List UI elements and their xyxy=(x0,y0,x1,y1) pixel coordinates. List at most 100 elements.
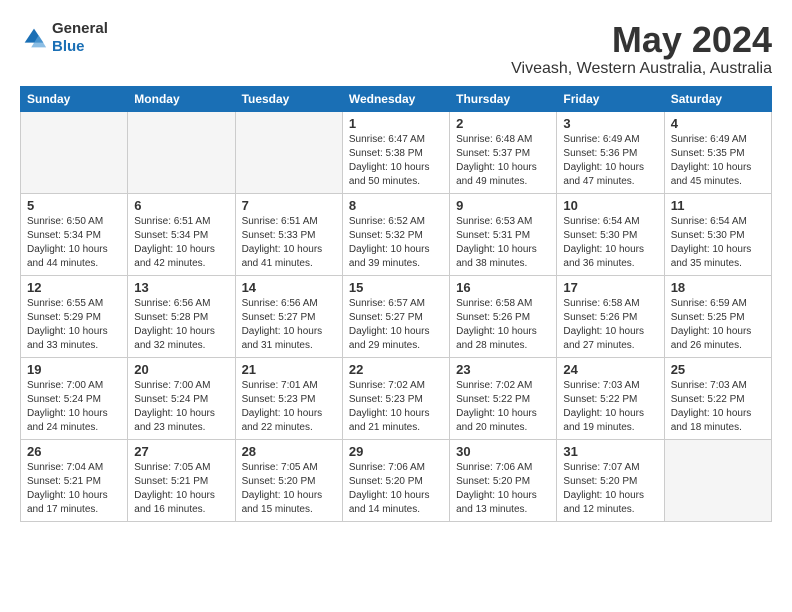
calendar-cell: 4 Sunrise: 6:49 AMSunset: 5:35 PMDaylight… xyxy=(664,111,771,193)
calendar-cell: 7 Sunrise: 6:51 AMSunset: 5:33 PMDaylight… xyxy=(235,193,342,275)
calendar-cell: 2 Sunrise: 6:48 AMSunset: 5:37 PMDaylight… xyxy=(450,111,557,193)
week-row-1: 1 Sunrise: 6:47 AMSunset: 5:38 PMDaylight… xyxy=(21,111,772,193)
calendar-cell: 18 Sunrise: 6:59 AMSunset: 5:25 PMDayligh… xyxy=(664,275,771,357)
day-number: 19 xyxy=(27,362,121,377)
calendar: SundayMondayTuesdayWednesdayThursdayFrid… xyxy=(20,86,772,522)
day-info: Sunrise: 6:55 AMSunset: 5:29 PMDaylight:… xyxy=(27,297,121,353)
week-row-2: 5 Sunrise: 6:50 AMSunset: 5:34 PMDaylight… xyxy=(21,193,772,275)
calendar-cell: 15 Sunrise: 6:57 AMSunset: 5:27 PMDayligh… xyxy=(342,275,449,357)
day-number: 16 xyxy=(456,280,550,295)
day-number: 5 xyxy=(27,198,121,213)
day-info: Sunrise: 6:58 AMSunset: 5:26 PMDaylight:… xyxy=(563,297,657,353)
day-info: Sunrise: 7:06 AMSunset: 5:20 PMDaylight:… xyxy=(456,461,550,517)
day-number: 18 xyxy=(671,280,765,295)
day-info: Sunrise: 7:05 AMSunset: 5:20 PMDaylight:… xyxy=(242,461,336,517)
calendar-cell: 22 Sunrise: 7:02 AMSunset: 5:23 PMDayligh… xyxy=(342,357,449,439)
day-info: Sunrise: 6:47 AMSunset: 5:38 PMDaylight:… xyxy=(349,133,443,189)
day-info: Sunrise: 6:48 AMSunset: 5:37 PMDaylight:… xyxy=(456,133,550,189)
weekday-header-row: SundayMondayTuesdayWednesdayThursdayFrid… xyxy=(21,86,772,111)
logo-general: General xyxy=(52,20,108,37)
day-number: 7 xyxy=(242,198,336,213)
calendar-cell: 21Sunrise: 7:01 AMSunset: 5:23 PMDayligh… xyxy=(235,357,342,439)
day-info: Sunrise: 6:56 AMSunset: 5:28 PMDaylight:… xyxy=(134,297,228,353)
day-number: 28 xyxy=(242,444,336,459)
calendar-cell: 13 Sunrise: 6:56 AMSunset: 5:28 PMDayligh… xyxy=(128,275,235,357)
day-info: Sunrise: 7:03 AMSunset: 5:22 PMDaylight:… xyxy=(563,379,657,435)
calendar-cell: 8 Sunrise: 6:52 AMSunset: 5:32 PMDaylight… xyxy=(342,193,449,275)
calendar-header: SundayMondayTuesdayWednesdayThursdayFrid… xyxy=(21,86,772,111)
day-number: 11 xyxy=(671,198,765,213)
logo-text: General Blue xyxy=(52,20,108,56)
calendar-cell: 14Sunrise: 6:56 AMSunset: 5:27 PMDayligh… xyxy=(235,275,342,357)
calendar-cell: 26Sunrise: 7:04 AMSunset: 5:21 PMDayligh… xyxy=(21,439,128,521)
calendar-cell: 19Sunrise: 7:00 AMSunset: 5:24 PMDayligh… xyxy=(21,357,128,439)
calendar-cell xyxy=(664,439,771,521)
day-number: 26 xyxy=(27,444,121,459)
day-info: Sunrise: 6:50 AMSunset: 5:34 PMDaylight:… xyxy=(27,215,121,271)
calendar-cell: 10 Sunrise: 6:54 AMSunset: 5:30 PMDayligh… xyxy=(557,193,664,275)
day-number: 30 xyxy=(456,444,550,459)
day-info: Sunrise: 6:51 AMSunset: 5:34 PMDaylight:… xyxy=(134,215,228,271)
logo-blue: Blue xyxy=(52,38,85,55)
day-number: 22 xyxy=(349,362,443,377)
day-number: 24 xyxy=(563,362,657,377)
calendar-body: 1 Sunrise: 6:47 AMSunset: 5:38 PMDaylight… xyxy=(21,111,772,521)
day-info: Sunrise: 6:49 AMSunset: 5:36 PMDaylight:… xyxy=(563,133,657,189)
week-row-5: 26Sunrise: 7:04 AMSunset: 5:21 PMDayligh… xyxy=(21,439,772,521)
calendar-cell: 30 Sunrise: 7:06 AMSunset: 5:20 PMDayligh… xyxy=(450,439,557,521)
day-number: 29 xyxy=(349,444,443,459)
calendar-cell: 5 Sunrise: 6:50 AMSunset: 5:34 PMDaylight… xyxy=(21,193,128,275)
day-number: 1 xyxy=(349,116,443,131)
day-info: Sunrise: 7:06 AMSunset: 5:20 PMDaylight:… xyxy=(349,461,443,517)
calendar-cell: 16Sunrise: 6:58 AMSunset: 5:26 PMDayligh… xyxy=(450,275,557,357)
day-number: 27 xyxy=(134,444,228,459)
calendar-cell: 1 Sunrise: 6:47 AMSunset: 5:38 PMDaylight… xyxy=(342,111,449,193)
location: Viveash, Western Australia, Australia xyxy=(511,60,772,78)
page-header: General Blue May 2024 Viveash, Western A… xyxy=(20,20,772,78)
day-info: Sunrise: 6:52 AMSunset: 5:32 PMDaylight:… xyxy=(349,215,443,271)
day-info: Sunrise: 6:49 AMSunset: 5:35 PMDaylight:… xyxy=(671,133,765,189)
day-number: 8 xyxy=(349,198,443,213)
calendar-cell: 31Sunrise: 7:07 AMSunset: 5:20 PMDayligh… xyxy=(557,439,664,521)
weekday-sunday: Sunday xyxy=(21,86,128,111)
weekday-saturday: Saturday xyxy=(664,86,771,111)
day-number: 6 xyxy=(134,198,228,213)
week-row-4: 19 Sunrise: 7:00 AMSunset: 5:24 PMDayligh… xyxy=(21,357,772,439)
calendar-cell: 6 Sunrise: 6:51 AMSunset: 5:34 PMDaylight… xyxy=(128,193,235,275)
weekday-wednesday: Wednesday xyxy=(342,86,449,111)
day-number: 12 xyxy=(27,280,121,295)
day-number: 13 xyxy=(134,280,228,295)
weekday-thursday: Thursday xyxy=(450,86,557,111)
calendar-cell: 11Sunrise: 6:54 AMSunset: 5:30 PMDayligh… xyxy=(664,193,771,275)
day-number: 2 xyxy=(456,116,550,131)
day-info: Sunrise: 7:00 AMSunset: 5:24 PMDaylight:… xyxy=(134,379,228,435)
day-info: Sunrise: 6:54 AMSunset: 5:30 PMDaylight:… xyxy=(563,215,657,271)
day-number: 10 xyxy=(563,198,657,213)
weekday-tuesday: Tuesday xyxy=(235,86,342,111)
day-info: Sunrise: 7:02 AMSunset: 5:23 PMDaylight:… xyxy=(349,379,443,435)
weekday-monday: Monday xyxy=(128,86,235,111)
day-number: 15 xyxy=(349,280,443,295)
day-info: Sunrise: 6:53 AMSunset: 5:31 PMDaylight:… xyxy=(456,215,550,271)
day-info: Sunrise: 7:02 AMSunset: 5:22 PMDaylight:… xyxy=(456,379,550,435)
weekday-friday: Friday xyxy=(557,86,664,111)
day-info: Sunrise: 6:59 AMSunset: 5:25 PMDaylight:… xyxy=(671,297,765,353)
day-number: 20 xyxy=(134,362,228,377)
calendar-cell xyxy=(235,111,342,193)
day-info: Sunrise: 6:51 AMSunset: 5:33 PMDaylight:… xyxy=(242,215,336,271)
month-title: May 2024 xyxy=(511,20,772,60)
day-info: Sunrise: 6:57 AMSunset: 5:27 PMDaylight:… xyxy=(349,297,443,353)
calendar-cell: 24 Sunrise: 7:03 AMSunset: 5:22 PMDayligh… xyxy=(557,357,664,439)
day-number: 3 xyxy=(563,116,657,131)
calendar-cell xyxy=(128,111,235,193)
day-number: 4 xyxy=(671,116,765,131)
calendar-cell: 9Sunrise: 6:53 AMSunset: 5:31 PMDaylight… xyxy=(450,193,557,275)
day-number: 21 xyxy=(242,362,336,377)
logo: General Blue xyxy=(20,20,108,56)
calendar-cell: 28 Sunrise: 7:05 AMSunset: 5:20 PMDayligh… xyxy=(235,439,342,521)
day-info: Sunrise: 7:05 AMSunset: 5:21 PMDaylight:… xyxy=(134,461,228,517)
calendar-cell: 12 Sunrise: 6:55 AMSunset: 5:29 PMDayligh… xyxy=(21,275,128,357)
day-number: 23 xyxy=(456,362,550,377)
calendar-cell: 3 Sunrise: 6:49 AMSunset: 5:36 PMDaylight… xyxy=(557,111,664,193)
calendar-cell: 25Sunrise: 7:03 AMSunset: 5:22 PMDayligh… xyxy=(664,357,771,439)
